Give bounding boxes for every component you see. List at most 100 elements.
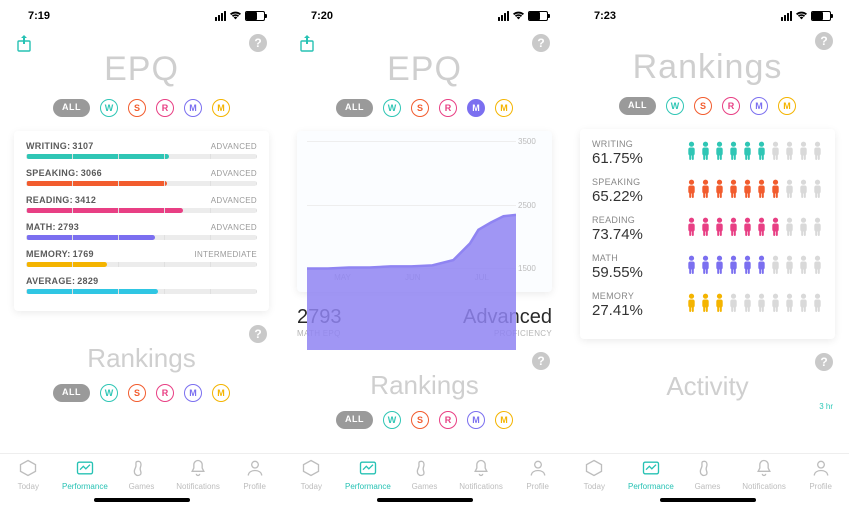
person-icon <box>756 141 767 161</box>
person-icon <box>770 141 781 161</box>
share-icon[interactable] <box>16 34 32 52</box>
ranking-row: WRITING 61.75% <box>592 139 823 167</box>
filter-row-sub2: ALL W S R M M <box>283 411 566 429</box>
filter-m1-active[interactable]: M <box>467 99 485 117</box>
tab-profile[interactable]: Profile <box>792 454 849 495</box>
tab-profile[interactable]: Profile <box>509 454 566 495</box>
help-button[interactable]: ? <box>815 32 833 50</box>
tab-notifications[interactable]: Notifications <box>736 454 793 495</box>
skill-bar <box>26 181 257 186</box>
filter-r[interactable]: R <box>156 99 174 117</box>
tab-notifications[interactable]: Notifications <box>453 454 510 495</box>
person-icon <box>770 179 781 199</box>
people-row <box>686 179 823 199</box>
skill-level: ADVANCED <box>211 196 257 205</box>
tab-performance[interactable]: Performance <box>57 454 114 495</box>
page-title: EPQ <box>0 50 283 89</box>
filter-w[interactable]: W <box>100 99 118 117</box>
people-row <box>686 141 823 161</box>
phone-screen-1: 7:19 ? EPQ ALL W S R M M WRITING: <box>0 0 283 505</box>
person-icon <box>812 255 823 275</box>
ranking-row: SPEAKING 65.22% <box>592 177 823 205</box>
rankings-title: Rankings <box>566 48 849 87</box>
today-icon <box>301 458 321 480</box>
filter-all[interactable]: ALL <box>619 97 656 115</box>
filter-all[interactable]: ALL <box>53 99 90 117</box>
skill-row: SPEAKING: 3066 ADVANCED <box>26 168 257 186</box>
filter-all[interactable]: ALL <box>336 411 373 429</box>
tab-games[interactable]: Games <box>396 454 453 495</box>
help-button[interactable]: ? <box>249 34 267 52</box>
today-icon <box>584 458 604 480</box>
tab-performance[interactable]: Performance <box>340 454 397 495</box>
person-icon <box>700 255 711 275</box>
filter-all[interactable]: ALL <box>53 384 90 402</box>
person-icon <box>798 179 809 199</box>
tab-today[interactable]: Today <box>283 454 340 495</box>
skill-name: SPEAKING: <box>26 168 79 178</box>
status-time: 7:23 <box>584 10 616 22</box>
skill-bar <box>26 235 257 240</box>
people-row <box>686 293 823 313</box>
tab-today[interactable]: Today <box>0 454 57 495</box>
person-icon <box>756 255 767 275</box>
filter-row-2: ALL W S R M M <box>283 99 566 117</box>
games-icon <box>131 458 151 480</box>
person-icon <box>742 179 753 199</box>
person-icon <box>756 179 767 199</box>
status-time: 7:20 <box>301 10 333 22</box>
page-title: EPQ <box>283 50 566 89</box>
wifi-icon <box>512 11 525 21</box>
tab-games[interactable]: Games <box>113 454 170 495</box>
person-icon <box>700 217 711 237</box>
profile-icon <box>811 458 831 480</box>
person-icon <box>770 255 781 275</box>
help-button[interactable]: ? <box>532 34 550 52</box>
today-icon <box>18 458 38 480</box>
person-icon <box>798 141 809 161</box>
tab-notifications[interactable]: Notifications <box>170 454 227 495</box>
tab-today[interactable]: Today <box>566 454 623 495</box>
tab-performance[interactable]: Performance <box>623 454 680 495</box>
help-button[interactable]: ? <box>249 325 267 343</box>
skill-score: 3412 <box>75 195 96 205</box>
tab-label: Profile <box>243 482 266 491</box>
profile-icon <box>245 458 265 480</box>
person-icon <box>686 217 697 237</box>
filter-m2[interactable]: M <box>212 99 230 117</box>
skill-row: WRITING: 3107 ADVANCED <box>26 141 257 159</box>
tab-games[interactable]: Games <box>679 454 736 495</box>
skill-level: INTERMEDIATE <box>194 250 257 259</box>
home-indicator <box>660 498 756 502</box>
person-icon <box>812 217 823 237</box>
toolbar: ? <box>0 26 283 52</box>
help-button[interactable]: ? <box>815 353 833 371</box>
person-icon <box>812 141 823 161</box>
skill-row: MATH: 2793 ADVANCED <box>26 222 257 240</box>
skill-score: 2793 <box>58 222 79 232</box>
cellular-icon <box>781 11 792 21</box>
share-icon[interactable] <box>299 34 315 52</box>
epq-chart: 3500 2500 1500 <box>301 141 542 269</box>
skill-level: ADVANCED <box>211 169 257 178</box>
filter-s[interactable]: S <box>128 99 146 117</box>
skill-name: READING: <box>26 195 73 205</box>
help-button[interactable]: ? <box>532 352 550 370</box>
tab-profile[interactable]: Profile <box>226 454 283 495</box>
person-icon <box>728 141 739 161</box>
skill-row: MEMORY: 1769 INTERMEDIATE <box>26 249 257 267</box>
performance-icon <box>641 458 661 480</box>
skill-bar <box>26 262 257 267</box>
skill-name: MEMORY: <box>26 249 71 259</box>
filter-all[interactable]: ALL <box>336 99 373 117</box>
status-bar: 7:19 <box>0 0 283 26</box>
person-icon <box>798 217 809 237</box>
tab-label: Today <box>301 482 322 491</box>
person-icon <box>686 255 697 275</box>
games-icon <box>697 458 717 480</box>
person-icon <box>784 293 795 313</box>
person-icon <box>812 293 823 313</box>
person-icon <box>686 293 697 313</box>
tab-label: Profile <box>526 482 549 491</box>
filter-m1[interactable]: M <box>184 99 202 117</box>
